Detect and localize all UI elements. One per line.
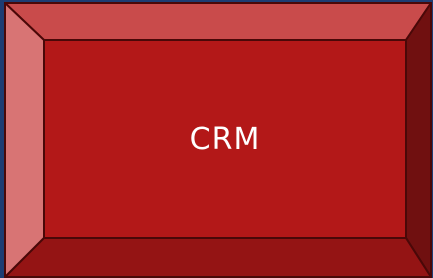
bevel-center-face [43,39,407,239]
bevel-right-face [405,2,432,278]
bevel-top-face [4,2,432,41]
bevel-bottom-face [4,237,432,278]
crm-bevel-button[interactable] [4,2,432,278]
bevel-shape [4,2,432,278]
slide-canvas: CRM [0,0,433,278]
bevel-left-face [4,2,45,278]
